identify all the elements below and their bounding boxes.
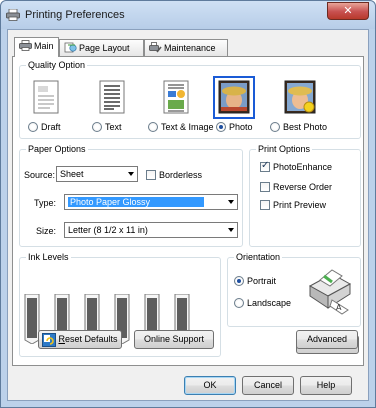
page-layout-icon [64,42,77,53]
printer-orientation-icon: A [308,269,352,315]
paper-options-group: Paper Options Source: Sheet Borderless T… [19,144,243,247]
radio-draft[interactable] [28,122,38,132]
ink-levels-title: Ink Levels [26,252,71,263]
online-support-button[interactable]: Online Support [134,330,214,349]
best-photo-icon[interactable] [284,80,316,114]
borderless-check[interactable] [146,170,156,180]
paper-type-select[interactable]: Photo Paper Glossy [64,194,238,210]
size-label: Size: [36,226,57,236]
orientation-title: Orientation [234,252,283,263]
portrait-radio[interactable]: Portrait [234,276,276,286]
photoenhance-checkbox[interactable]: PhotoEnhance [260,160,332,172]
chevron-down-icon [228,228,234,232]
ok-button[interactable]: OK [184,376,236,395]
quality-text-radio[interactable]: Text [92,122,122,132]
photo-icon[interactable] [218,80,250,114]
cancel-button[interactable]: Cancel [242,376,294,395]
printer-icon [19,40,32,51]
paper-size-select[interactable]: Letter (8 1/2 x 11 in) [64,222,238,238]
quality-option-group: Quality Option Draft Text Text & Image P… [19,60,361,139]
advanced-button[interactable]: Advanced [296,330,358,349]
close-icon: ✕ [343,5,353,17]
printer-icon [6,9,20,21]
reset-defaults-icon [42,333,56,347]
print-options-title: Print Options [256,144,313,155]
chevron-down-icon [128,172,134,176]
quality-option-title: Quality Option [26,60,88,71]
tab-page-layout[interactable]: Page Layout [59,39,144,56]
print-preview-checkbox[interactable]: Print Preview [260,200,326,210]
text-image-doc-icon[interactable] [160,80,192,114]
title-bar[interactable]: Printing Preferences ✕ [1,1,375,29]
reset-defaults-button[interactable]: Reset Defaults [38,330,122,349]
reverse-order-checkbox[interactable]: Reverse Order [260,182,332,192]
landscape-radio[interactable]: Landscape [234,298,291,308]
window-title: Printing Preferences [25,9,125,21]
radio-portrait[interactable] [234,276,244,286]
orientation-group: Orientation Portrait Landscape A [227,252,361,327]
draft-doc-icon[interactable] [30,80,62,114]
tab-main[interactable]: Main [14,37,59,57]
radio-text[interactable] [92,122,102,132]
text-doc-icon[interactable] [96,80,128,114]
tab-maintenance[interactable]: Maintenance [144,39,228,56]
dialog-client: Main Page Layout Maintenance Quality Opt… [7,29,369,401]
maintenance-icon [149,42,162,53]
paper-options-title: Paper Options [26,144,88,155]
quality-draft-radio[interactable]: Draft [28,122,61,132]
chevron-down-icon [228,200,234,204]
radio-landscape[interactable] [234,298,244,308]
close-button[interactable]: ✕ [327,2,369,20]
radio-text-image[interactable] [148,122,158,132]
help-button[interactable]: Help [300,376,352,395]
type-label: Type: [34,198,57,208]
radio-photo[interactable] [216,122,226,132]
quality-best-photo-radio[interactable]: Best Photo [270,122,327,132]
svg-text:A: A [336,303,342,312]
print-preview-check[interactable] [260,200,270,210]
radio-best-photo[interactable] [270,122,280,132]
reverse-order-check[interactable] [260,182,270,192]
photoenhance-check[interactable] [260,160,270,172]
quality-photo-radio[interactable]: Photo [216,122,253,132]
printing-preferences-window: Printing Preferences ✕ Main Page Layout [0,0,376,408]
print-options-group: Print Options PhotoEnhance Reverse Order… [249,144,361,247]
source-select[interactable]: Sheet [56,166,138,182]
borderless-checkbox[interactable]: Borderless [146,170,202,180]
source-label: Source: [24,170,56,180]
quality-text-image-radio[interactable]: Text & Image [148,122,214,132]
